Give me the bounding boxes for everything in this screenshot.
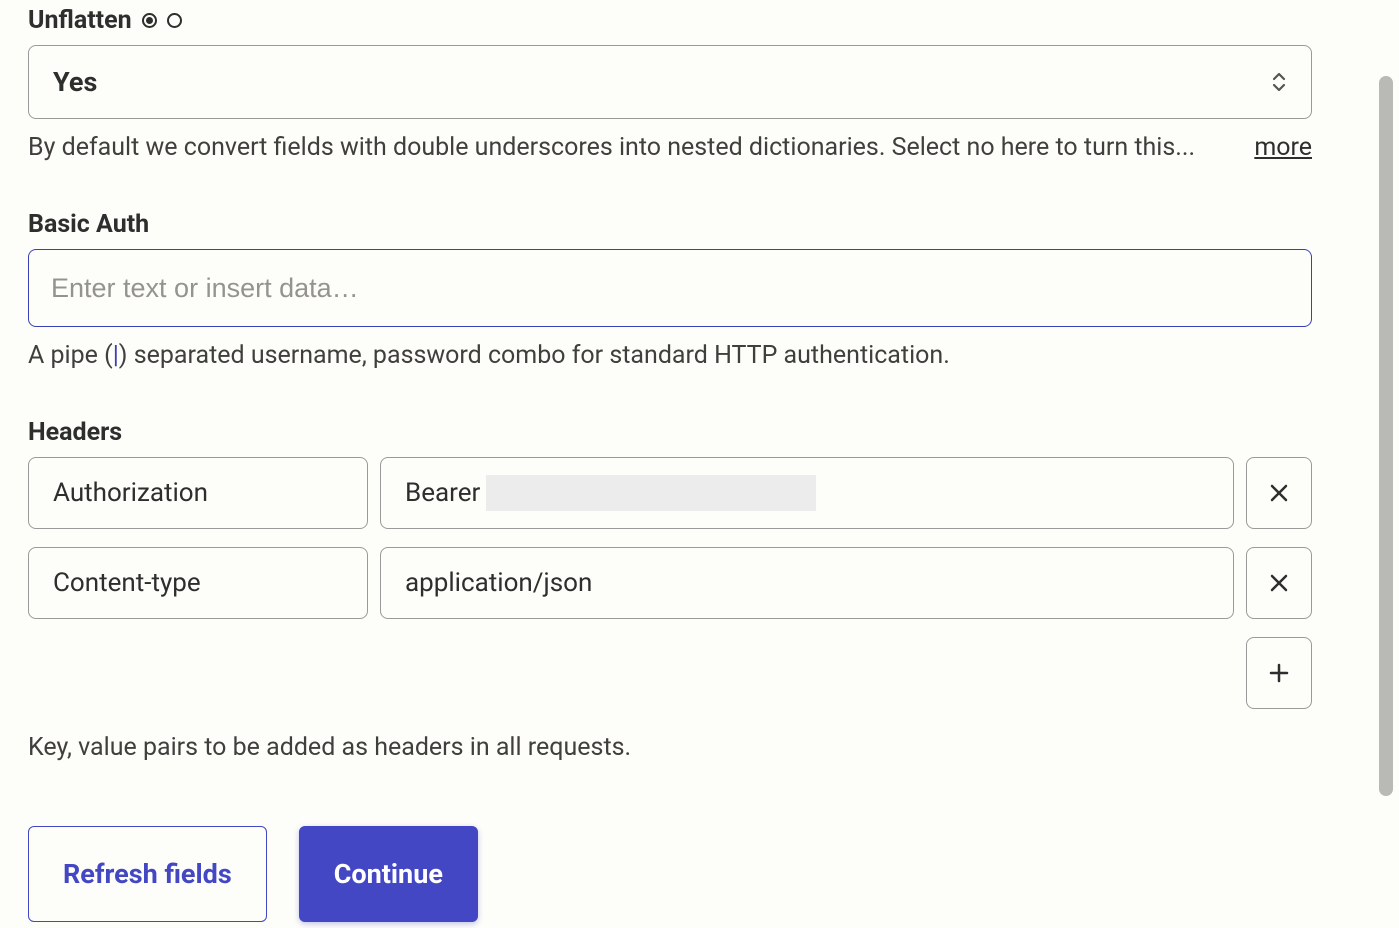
header-value-input[interactable]: application/json bbox=[380, 547, 1234, 619]
close-icon bbox=[1268, 572, 1290, 594]
action-buttons: Refresh fields Continue bbox=[28, 826, 1312, 922]
remove-header-button[interactable] bbox=[1246, 547, 1312, 619]
unflatten-radio-group bbox=[142, 13, 182, 28]
headers-field: Headers Authorization Bearer Content-typ… bbox=[28, 418, 1312, 762]
header-row: Authorization Bearer bbox=[28, 457, 1312, 529]
unflatten-label: Unflatten bbox=[28, 6, 132, 35]
redacted-token bbox=[486, 475, 816, 511]
plus-icon bbox=[1267, 661, 1291, 685]
basic-auth-label: Basic Auth bbox=[28, 210, 149, 239]
basic-auth-field: Basic Auth A pipe (|) separated username… bbox=[28, 210, 1312, 370]
unflatten-field: Unflatten Yes By default we convert fiel… bbox=[28, 6, 1312, 162]
header-key-input[interactable]: Authorization bbox=[28, 457, 368, 529]
header-key-input[interactable]: Content-type bbox=[28, 547, 368, 619]
unflatten-radio-no[interactable] bbox=[167, 13, 182, 28]
headers-description: Key, value pairs to be added as headers … bbox=[28, 733, 1312, 762]
basic-auth-description: A pipe (|) separated username, password … bbox=[28, 341, 1312, 370]
basic-auth-input[interactable] bbox=[28, 249, 1312, 327]
unflatten-selected-value: Yes bbox=[53, 66, 97, 98]
unflatten-select[interactable]: Yes bbox=[28, 45, 1312, 119]
unflatten-more-link[interactable]: more bbox=[1254, 133, 1312, 162]
close-icon bbox=[1268, 482, 1290, 504]
add-header-button[interactable] bbox=[1246, 637, 1312, 709]
refresh-fields-button[interactable]: Refresh fields bbox=[28, 826, 267, 922]
headers-label: Headers bbox=[28, 418, 122, 447]
unflatten-radio-yes[interactable] bbox=[142, 13, 157, 28]
scrollbar[interactable] bbox=[1379, 76, 1393, 796]
remove-header-button[interactable] bbox=[1246, 457, 1312, 529]
chevron-updown-icon bbox=[1271, 71, 1287, 93]
unflatten-description: By default we convert fields with double… bbox=[28, 133, 1254, 162]
continue-button[interactable]: Continue bbox=[299, 826, 478, 922]
header-value-input[interactable]: Bearer bbox=[380, 457, 1234, 529]
header-row: Content-type application/json bbox=[28, 547, 1312, 619]
